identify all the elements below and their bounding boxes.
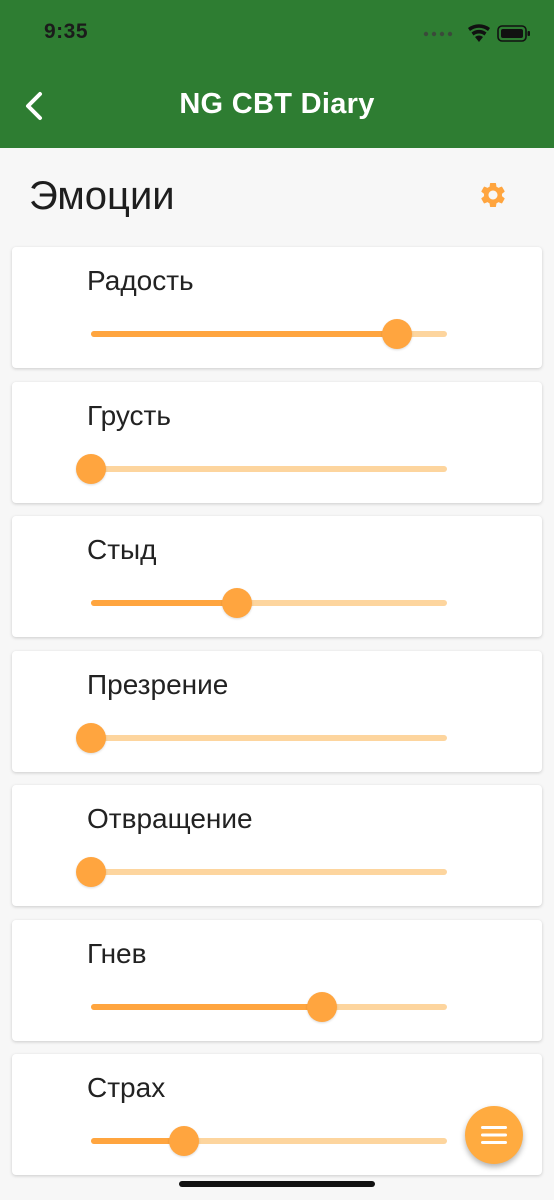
slider-thumb[interactable] — [307, 992, 338, 1022]
emotion-label: Гнев — [87, 938, 147, 969]
slider-fill — [91, 600, 237, 606]
emotion-card: Страх — [12, 1054, 542, 1175]
emotion-card: Отвращение — [12, 785, 542, 906]
emotion-label: Страх — [87, 1072, 166, 1103]
app-title: NG CBT Diary — [179, 88, 375, 120]
slider-thumb[interactable] — [76, 857, 106, 887]
slider-track — [91, 869, 447, 875]
slider-track — [91, 466, 447, 472]
emotion-slider[interactable] — [91, 992, 447, 1022]
emotion-card: Грусть — [12, 382, 542, 503]
emotion-label: Радость — [87, 265, 194, 296]
status-icons — [422, 22, 532, 46]
emotion-label: Грусть — [87, 400, 171, 431]
wifi-icon — [468, 24, 490, 42]
emotion-card: Радость — [12, 247, 542, 368]
emotion-slider[interactable] — [76, 454, 447, 484]
cellular-signal-icon — [423, 31, 453, 37]
status-time: 9:35 — [44, 20, 89, 43]
app-bar: 9:35 NG CBT Diary — [0, 0, 554, 148]
slider-thumb[interactable] — [76, 723, 106, 753]
emotion-slider[interactable] — [76, 857, 447, 887]
slider-thumb[interactable] — [76, 454, 106, 484]
emotion-slider[interactable] — [91, 588, 447, 618]
emotion-card: Гнев — [12, 920, 542, 1041]
emotion-card: Стыд — [12, 516, 542, 637]
menu-icon — [481, 1126, 507, 1144]
home-indicator — [179, 1181, 375, 1187]
slider-track — [91, 735, 447, 741]
emotion-slider[interactable] — [91, 319, 447, 349]
emotion-slider[interactable] — [76, 723, 447, 753]
emotion-label: Презрение — [87, 669, 229, 700]
emotion-card: Презрение — [12, 651, 542, 772]
settings-button[interactable] — [474, 176, 512, 214]
page-title: Эмоции — [29, 174, 175, 218]
menu-button[interactable] — [465, 1106, 523, 1164]
emotion-slider[interactable] — [91, 1126, 447, 1156]
emotion-label: Отвращение — [87, 803, 253, 834]
slider-fill — [91, 1004, 323, 1010]
emotion-label: Стыд — [87, 534, 157, 565]
gear-icon — [481, 183, 505, 207]
slider-thumb[interactable] — [168, 1126, 199, 1156]
slider-thumb[interactable] — [382, 319, 413, 349]
slider-thumb[interactable] — [221, 588, 252, 618]
slider-fill — [91, 331, 398, 337]
battery-icon — [497, 25, 530, 42]
